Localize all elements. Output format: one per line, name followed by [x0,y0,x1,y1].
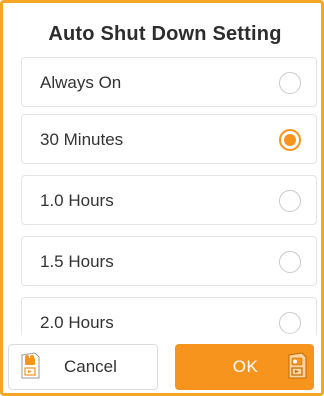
option-label: 30 Minutes [40,130,124,149]
radio-unchecked-icon[interactable] [279,72,301,94]
radio-unchecked-icon[interactable] [279,190,301,212]
radio-checked-icon[interactable] [279,129,301,151]
cancel-button-label: Cancel [64,357,117,376]
radio-unchecked-icon[interactable] [279,251,301,273]
cancel-button[interactable]: Cancel [8,344,158,390]
camera-page-icon [286,352,308,380]
option-label: 1.0 Hours [40,191,114,210]
option-label: Always On [40,73,122,92]
option-always-on[interactable]: Always On [21,57,317,107]
option-30-minutes[interactable]: 30 Minutes [21,114,317,164]
option-1-0-hours[interactable]: 1.0 Hours [21,175,317,225]
camera-page-icon [19,352,41,380]
option-1-5-hours[interactable]: 1.5 Hours [21,236,317,286]
ok-button[interactable]: OK [175,344,314,390]
dialog-footer: Cancel OK [3,336,321,393]
option-label: 1.5 Hours [40,252,114,271]
dialog-title: Auto Shut Down Setting [48,23,282,45]
